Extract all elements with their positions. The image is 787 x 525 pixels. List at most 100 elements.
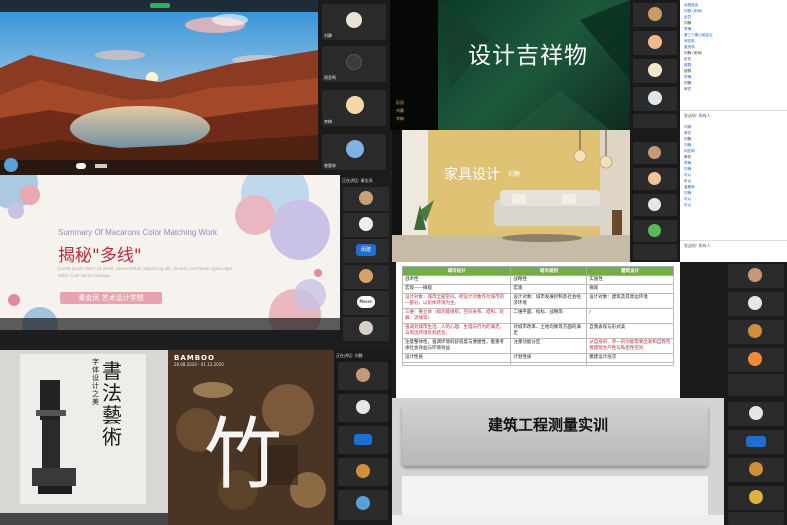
participant-tile[interactable] — [633, 87, 677, 111]
participant-tile[interactable] — [343, 265, 389, 289]
taskbar-time — [95, 164, 107, 168]
participant-tile[interactable]: 曾晏林 — [322, 134, 386, 170]
participant-tile[interactable]: Mosen — [343, 291, 389, 315]
participant-tile[interactable] — [633, 3, 677, 27]
slide-subtitle: Summary Of Macarons Color Matching Work — [58, 228, 218, 237]
slide-footer-bar — [0, 513, 168, 525]
participant-tile[interactable]: 闵建 — [343, 239, 389, 263]
table-cell — [586, 362, 674, 366]
panel-slide-table: 城市设计 城市规划 建筑设计 战术性 战略性 实施性 宏观——微观 宏观 微观 设计对象：城… — [396, 262, 680, 398]
speaker-tag: 刘静 — [396, 108, 404, 113]
participant-avatar — [749, 406, 763, 420]
table-cell: 计划性质 — [510, 353, 588, 363]
participant-tile[interactable] — [633, 244, 677, 260]
participant-avatar — [748, 324, 762, 338]
participant-tile[interactable]: 李梅 — [322, 90, 386, 126]
participant-tile[interactable] — [728, 402, 784, 426]
participant-tile[interactable] — [633, 168, 677, 190]
poster-brand: BAMBOO — [174, 354, 215, 362]
furniture-illustration — [392, 130, 630, 262]
table-row: 设计性质 计划性质 模建设计层次 — [401, 353, 674, 363]
participant-tile[interactable] — [338, 458, 388, 486]
participant-avatar — [359, 321, 373, 335]
table-cell: 注重功能分区 — [510, 338, 588, 354]
participant-tile[interactable] — [338, 394, 388, 422]
participant-avatar — [346, 140, 364, 158]
table-header: 城市设计 — [401, 266, 512, 276]
participant-tile[interactable] — [728, 292, 784, 316]
table-cell: 对城市改革、土地均衡等方面的满足 — [510, 323, 588, 339]
chat-entry: 可以 — [684, 203, 692, 207]
slide-lorem: Lorem ipsum dolor sit amet, consectetuer… — [58, 266, 233, 278]
speaker-tag: 李梅 — [396, 116, 404, 121]
participant-tile[interactable] — [633, 220, 677, 242]
participant-avatar — [749, 462, 763, 476]
table-cell: 设计对象：建筑及其周边环境 — [586, 293, 674, 309]
participant-tile[interactable] — [633, 194, 677, 216]
table-cell: 设计对象：城市发展控制及社会经济环境 — [510, 293, 588, 309]
panel-slide-furniture: 家具设计 刘静 — [392, 130, 630, 262]
table-cell: 注意整体性，强调环境的舒适度与便捷性，着重考虑社会效益与环境效益 — [401, 338, 512, 354]
chat-entry: 邮件 — [684, 87, 692, 91]
chat-list-top: 远程参会 刘静 (老师) 全员 刘静 李梅 第三十期小组会议 闵亚鸣 曾庆林 刘… — [684, 2, 784, 92]
participant-tile[interactable]: 刘静 — [322, 4, 386, 40]
participant-tile[interactable] — [343, 187, 389, 211]
participant-tile[interactable] — [343, 213, 389, 237]
participant-tile[interactable]: 闵亚鸣 — [322, 46, 386, 82]
participant-tile[interactable] — [633, 114, 677, 128]
participant-tile[interactable] — [728, 512, 784, 525]
participant-tile[interactable] — [338, 362, 388, 390]
presenter-avatar — [4, 158, 18, 172]
participant-tile[interactable] — [728, 264, 784, 288]
panel-chat: 远程参会 刘静 (老师) 全员 刘静 李梅 第三十期小组会议 闵亚鸣 曾庆林 刘… — [680, 0, 787, 262]
participant-sidebar-2 — [630, 0, 680, 130]
participant-tile[interactable] — [633, 59, 677, 83]
table-cell: 三维：重立体（如功能组织、空间关系、结构、轮廓、流线等） — [401, 308, 512, 324]
participant-avatar — [748, 352, 762, 366]
slide-decoration — [0, 175, 330, 330]
table-cell: 设计对象：城市全部空间，把设计对象作为城市的一部分，以形体环境为主。 — [401, 293, 512, 309]
landscape-image — [0, 0, 318, 175]
participant-sidebar-9 — [724, 398, 787, 525]
participant-tile[interactable] — [728, 486, 784, 510]
table-cell: 战略性 — [510, 275, 588, 285]
participant-tile[interactable] — [633, 31, 677, 55]
participant-avatar — [648, 91, 662, 105]
participant-avatar — [356, 496, 370, 510]
participant-name: 刘静 — [324, 33, 332, 38]
participant-avatar — [648, 172, 661, 185]
participant-avatar — [356, 464, 370, 478]
chat-send-bar-2[interactable]: 发送给: 所有人 — [680, 240, 787, 250]
table-cell: 从自身的、单一的功能需要出发和自我完善建筑生产性与私密性空间 — [586, 338, 674, 354]
participant-tile[interactable] — [728, 458, 784, 482]
participant-avatar — [648, 35, 662, 49]
participant-tile[interactable] — [633, 142, 677, 164]
panel-poster-calligraphy: 字体设计之美 書法藝術 — [0, 350, 168, 525]
poster-vertical-text: 字体设计之美 — [92, 358, 99, 406]
panel-screen-share-landscape — [0, 0, 318, 175]
table-cell — [401, 362, 512, 366]
slide-body — [402, 476, 708, 520]
slide-title: 建筑工程测量实训 — [488, 416, 609, 434]
table-row: 注意整体性，强调环境的舒适度与便捷性，着重考虑社会效益与环境效益 注重功能分区 从自… — [401, 338, 674, 354]
table-header: 城市规划 — [510, 266, 588, 276]
participant-tile[interactable] — [728, 320, 784, 344]
participant-avatar — [749, 490, 763, 504]
participant-avatar — [648, 7, 662, 21]
table-cell: 宏观——微观 — [401, 284, 512, 294]
table-row: 三维：重立体（如功能组织、空间关系、结构、轮廓、流线等） 二维平面、指标、战略等 / — [401, 308, 674, 324]
participant-tile[interactable] — [343, 317, 389, 341]
participant-tile[interactable] — [338, 426, 388, 454]
poster-big-title: 書法藝術 — [102, 359, 122, 449]
participant-avatar — [346, 96, 364, 114]
poster-big-char: 竹 — [204, 410, 283, 500]
participant-tile[interactable] — [728, 348, 784, 372]
participant-tile[interactable] — [338, 490, 388, 520]
panel-poster-bamboo: BAMBOO 28.08.2020 - 01.12.2020 竹 — [168, 350, 334, 525]
participant-avatar: Mosen — [357, 296, 375, 308]
chat-send-bar[interactable]: 发送给: 所有人 — [680, 110, 787, 120]
participant-tile[interactable] — [728, 430, 784, 454]
slide-footer-bar — [392, 515, 724, 525]
table-row: 强调对城市生活、人的心理、生理与行为的满足，与周边环境有机结合。 对城市改革、土地… — [401, 323, 674, 339]
participant-tile[interactable] — [728, 374, 784, 396]
